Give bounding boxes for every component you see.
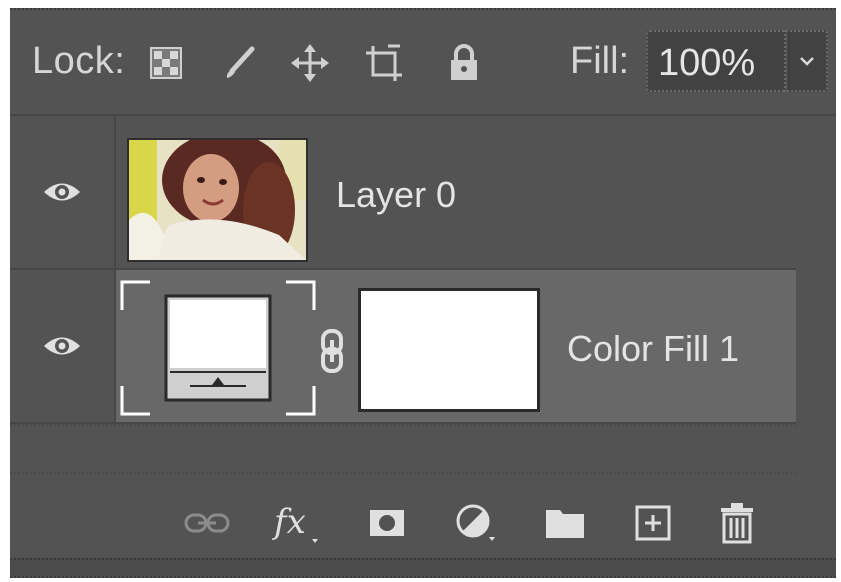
layer-name[interactable]: Layer 0 xyxy=(336,174,456,216)
lock-artboard-icon[interactable] xyxy=(364,43,404,83)
eye-icon xyxy=(44,183,80,201)
lock-bar: Lock: Fill: 100% xyxy=(10,10,836,116)
chevron-down-icon xyxy=(799,57,814,66)
visibility-toggle[interactable] xyxy=(10,116,116,268)
lock-transparent-pixels-icon[interactable] xyxy=(146,43,186,83)
lock-label: Lock: xyxy=(32,40,126,82)
fill-layer-thumbnail[interactable] xyxy=(120,280,316,416)
link-layers-icon[interactable] xyxy=(182,498,232,548)
layers-panel: Lock: Fill: 100% Layer 0 Color Fill 1 fx xyxy=(10,8,836,578)
layer-name[interactable]: Color Fill 1 xyxy=(567,328,739,370)
layer-row-color-fill-1[interactable]: Color Fill 1 xyxy=(10,270,796,424)
fx-icon[interactable]: fx xyxy=(272,498,322,548)
chain-link-icon xyxy=(321,329,343,373)
lock-image-pixels-icon[interactable] xyxy=(220,43,260,83)
layer-list: Layer 0 Color Fill 1 xyxy=(10,116,796,424)
visibility-toggle[interactable] xyxy=(10,270,116,422)
layer-row-layer-0[interactable]: Layer 0 xyxy=(10,116,796,270)
panel-bottom-edge xyxy=(10,558,836,576)
layer-list-scrollbar[interactable] xyxy=(796,116,836,474)
fill-label: Fill: xyxy=(570,40,630,82)
adjustment-layer-icon[interactable] xyxy=(452,498,502,548)
photo-thumbnail-icon xyxy=(129,140,306,260)
layers-footer-toolbar: fx xyxy=(10,474,836,564)
add-mask-icon[interactable] xyxy=(362,498,412,548)
layer-list-empty-area xyxy=(10,424,796,474)
lock-position-icon[interactable] xyxy=(290,43,330,83)
layer-thumbnail-photo[interactable] xyxy=(127,138,308,262)
fill-opacity-field[interactable]: 100% xyxy=(646,30,786,92)
delete-icon[interactable] xyxy=(712,498,762,548)
fill-dropdown-button[interactable] xyxy=(786,30,828,92)
color-fill-thumbnail-icon xyxy=(120,280,316,416)
svg-text:fx: fx xyxy=(272,502,306,542)
eye-icon xyxy=(44,337,80,355)
layer-mask-thumbnail[interactable] xyxy=(358,288,540,412)
new-group-icon[interactable] xyxy=(540,498,590,548)
link-mask-toggle[interactable] xyxy=(317,328,347,374)
new-layer-icon[interactable] xyxy=(628,498,678,548)
lock-all-icon[interactable] xyxy=(444,43,484,83)
